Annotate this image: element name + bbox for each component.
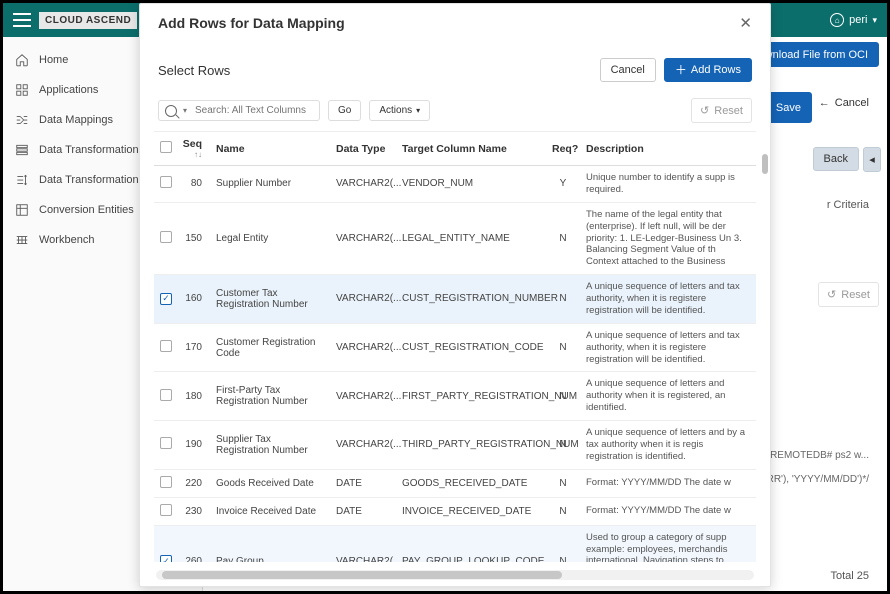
actions-menu[interactable]: Actions ▾: [369, 100, 430, 121]
row-checkbox[interactable]: [160, 231, 172, 243]
cell-seq: 150: [176, 202, 210, 274]
table-row[interactable]: 170 Customer Registration Code VARCHAR2(…: [154, 323, 756, 372]
row-checkbox[interactable]: [160, 437, 172, 449]
horizontal-scrollbar[interactable]: [156, 570, 754, 580]
close-icon[interactable]: ✕: [739, 14, 752, 32]
cell-seq: 180: [176, 372, 210, 421]
cell-desc: A unique sequence of letters and by a ta…: [580, 421, 756, 470]
cell-data-type: VARCHAR2(...: [330, 421, 396, 470]
search-icon: [165, 105, 177, 117]
cell-target: CUST_REGISTRATION_CODE: [396, 323, 546, 372]
cell-desc: Format: YYYY/MM/DD The date w: [580, 469, 756, 497]
table-row[interactable]: 260 Pay Group VARCHAR2(... PAY_GROUP_LOO…: [154, 525, 756, 562]
add-rows-modal: Add Rows for Data Mapping ✕ Select Rows …: [139, 3, 771, 587]
cell-data-type: DATE: [330, 497, 396, 525]
reset-button[interactable]: ↺ Reset: [691, 98, 752, 123]
cell-name: Legal Entity: [210, 202, 330, 274]
cell-desc: The name of the legal entity that (enter…: [580, 202, 756, 274]
row-checkbox[interactable]: [160, 176, 172, 188]
table-row[interactable]: 80 Supplier Number VARCHAR2(... VENDOR_N…: [154, 166, 756, 203]
table-row[interactable]: 220 Goods Received Date DATE GOODS_RECEI…: [154, 469, 756, 497]
cell-desc: A unique sequence of letters and tax aut…: [580, 323, 756, 372]
table-row[interactable]: 230 Invoice Received Date DATE INVOICE_R…: [154, 497, 756, 525]
row-checkbox[interactable]: [160, 504, 172, 516]
cell-seq: 220: [176, 469, 210, 497]
table-row[interactable]: 160 Customer Tax Registration Number VAR…: [154, 275, 756, 324]
cell-target: FIRST_PARTY_REGISTRATION_NUM: [396, 372, 546, 421]
cell-name: Pay Group: [210, 525, 330, 562]
cell-req: Y: [546, 166, 580, 203]
cell-desc: A unique sequence of letters and tax aut…: [580, 275, 756, 324]
cell-name: Customer Tax Registration Number: [210, 275, 330, 324]
reset-label: Reset: [714, 105, 743, 117]
cell-seq: 170: [176, 323, 210, 372]
row-checkbox[interactable]: [160, 389, 172, 401]
cell-seq: 160: [176, 275, 210, 324]
select-rows-heading: Select Rows: [158, 63, 230, 78]
cell-name: Goods Received Date: [210, 469, 330, 497]
cell-target: GOODS_RECEIVED_DATE: [396, 469, 546, 497]
cell-target: CUST_REGISTRATION_NUMBER: [396, 275, 546, 324]
plus-icon: ＋: [675, 64, 687, 76]
cell-data-type: VARCHAR2(...: [330, 202, 396, 274]
cell-data-type: VARCHAR2(...: [330, 323, 396, 372]
search-input-wrap[interactable]: ▾: [158, 100, 320, 121]
cell-data-type: VARCHAR2(...: [330, 525, 396, 562]
cell-target: PAY_GROUP_LOOKUP_CODE: [396, 525, 546, 562]
modal-title: Add Rows for Data Mapping: [158, 15, 345, 31]
add-rows-button[interactable]: ＋ Add Rows: [664, 58, 752, 82]
table-row[interactable]: 180 First-Party Tax Registration Number …: [154, 372, 756, 421]
cell-target: LEGAL_ENTITY_NAME: [396, 202, 546, 274]
cell-data-type: VARCHAR2(...: [330, 275, 396, 324]
actions-label: Actions: [379, 105, 412, 116]
cell-req: N: [546, 469, 580, 497]
modal-cancel-button[interactable]: Cancel: [600, 58, 656, 82]
cell-data-type: VARCHAR2(...: [330, 166, 396, 203]
row-checkbox[interactable]: [160, 293, 172, 305]
rows-table: Seq ↑↓ Name Data Type Target Column Name…: [154, 132, 756, 562]
row-checkbox[interactable]: [160, 340, 172, 352]
chevron-down-icon: ▾: [183, 106, 187, 115]
row-checkbox[interactable]: [160, 555, 172, 562]
col-req[interactable]: Req?: [546, 132, 580, 166]
cell-name: Invoice Received Date: [210, 497, 330, 525]
cell-seq: 80: [176, 166, 210, 203]
select-all-checkbox[interactable]: [160, 141, 172, 153]
sort-icon: ↑↓: [182, 150, 202, 159]
cell-data-type: VARCHAR2(...: [330, 372, 396, 421]
search-input[interactable]: [193, 104, 313, 117]
cell-req: N: [546, 525, 580, 562]
col-desc[interactable]: Description: [580, 132, 756, 166]
table-row[interactable]: 150 Legal Entity VARCHAR2(... LEGAL_ENTI…: [154, 202, 756, 274]
cell-req: N: [546, 497, 580, 525]
cell-desc: Unique number to identify a supp is requ…: [580, 166, 756, 203]
go-button[interactable]: Go: [328, 100, 361, 121]
cell-seq: 260: [176, 525, 210, 562]
cell-desc: Format: YYYY/MM/DD The date w: [580, 497, 756, 525]
cell-req: N: [546, 202, 580, 274]
col-target[interactable]: Target Column Name: [396, 132, 546, 166]
cell-target: THIRD_PARTY_REGISTRATION_NUM: [396, 421, 546, 470]
cell-seq: 230: [176, 497, 210, 525]
col-data-type[interactable]: Data Type: [330, 132, 396, 166]
cell-name: Supplier Tax Registration Number: [210, 421, 330, 470]
row-checkbox[interactable]: [160, 476, 172, 488]
cell-desc: Used to group a category of supp example…: [580, 525, 756, 562]
col-seq[interactable]: Seq ↑↓: [176, 132, 210, 166]
cell-desc: A unique sequence of letters and authori…: [580, 372, 756, 421]
cell-name: Supplier Number: [210, 166, 330, 203]
cell-name: Customer Registration Code: [210, 323, 330, 372]
cell-target: INVOICE_RECEIVED_DATE: [396, 497, 546, 525]
reset-icon: ↺: [700, 104, 709, 117]
cell-req: N: [546, 323, 580, 372]
add-rows-label: Add Rows: [691, 64, 741, 76]
table-row[interactable]: 190 Supplier Tax Registration Number VAR…: [154, 421, 756, 470]
cell-target: VENDOR_NUM: [396, 166, 546, 203]
chevron-down-icon: ▾: [416, 106, 420, 115]
col-name[interactable]: Name: [210, 132, 330, 166]
cell-data-type: DATE: [330, 469, 396, 497]
cell-seq: 190: [176, 421, 210, 470]
cell-name: First-Party Tax Registration Number: [210, 372, 330, 421]
